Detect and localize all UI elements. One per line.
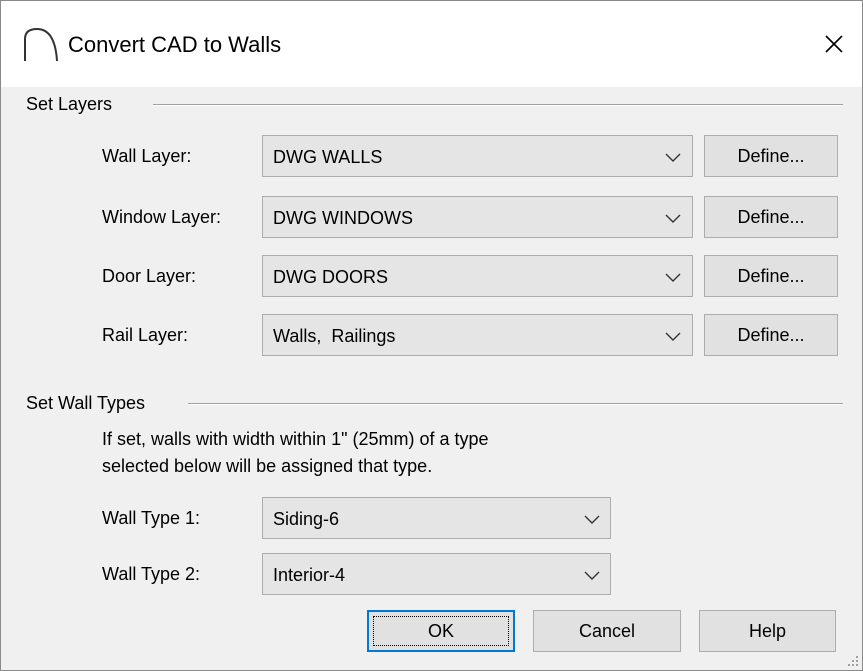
chevron-down-icon	[584, 571, 600, 580]
resize-grip-icon[interactable]	[847, 655, 859, 667]
close-button[interactable]	[809, 21, 859, 67]
door-layer-select[interactable]: DWG DOORS	[262, 255, 693, 297]
wall-layer-define-button[interactable]: Define...	[704, 135, 838, 177]
set-wall-types-divider	[188, 403, 843, 405]
chevron-down-icon	[665, 332, 681, 341]
rail-layer-select[interactable]: Walls, Railings	[262, 314, 693, 356]
chevron-down-icon	[584, 515, 600, 524]
door-layer-value: DWG DOORS	[273, 267, 388, 287]
wall-layer-value: DWG WALLS	[273, 147, 383, 167]
arc-icon	[21, 25, 61, 65]
wall-type-2-value: Interior-4	[273, 565, 346, 585]
chevron-down-icon	[665, 153, 681, 162]
ok-button-label: OK	[427, 621, 454, 641]
window-layer-label: Window Layer:	[102, 207, 222, 227]
set-wall-types-header: Set Wall Types	[26, 393, 146, 413]
close-icon	[825, 35, 843, 53]
wall-types-hint-line-1: If set, walls with width within 1" (25mm…	[102, 429, 489, 449]
rail-layer-define-button[interactable]: Define...	[704, 314, 838, 356]
chevron-down-icon	[665, 214, 681, 223]
wall-layer-label: Wall Layer:	[102, 146, 192, 166]
door-layer-label: Door Layer:	[102, 266, 197, 286]
window-layer-define-button[interactable]: Define...	[704, 196, 838, 238]
chevron-down-icon	[665, 273, 681, 282]
wall-types-hint-line-2: selected below will be assigned that typ…	[102, 456, 433, 476]
wall-type-1-value: Siding-6	[273, 509, 340, 529]
wall-layer-select[interactable]: DWG WALLS	[262, 135, 693, 177]
wall-type-1-select[interactable]: Siding-6	[262, 497, 611, 539]
window-layer-value: DWG WINDOWS	[273, 208, 413, 228]
wall-type-2-select[interactable]: Interior-4	[262, 553, 611, 595]
set-layers-header: Set Layers	[26, 94, 113, 114]
cancel-button[interactable]: Cancel	[533, 610, 681, 652]
door-layer-define-button[interactable]: Define...	[704, 255, 838, 297]
dialog-title: Convert CAD to Walls	[68, 32, 282, 57]
wall-type-1-label: Wall Type 1:	[102, 508, 201, 528]
rail-layer-label: Rail Layer:	[102, 325, 189, 345]
window-layer-select[interactable]: DWG WINDOWS	[262, 196, 693, 238]
title-bar: Convert CAD to Walls	[1, 1, 862, 87]
rail-layer-value: Walls, Railings	[273, 326, 396, 346]
convert-cad-to-walls-dialog: Convert CAD to Walls Set Layers Wall Lay…	[0, 0, 863, 671]
ok-button[interactable]: OK	[367, 610, 515, 652]
wall-type-2-label: Wall Type 2:	[102, 564, 201, 584]
set-layers-divider	[153, 104, 843, 106]
help-button[interactable]: Help	[699, 610, 836, 652]
